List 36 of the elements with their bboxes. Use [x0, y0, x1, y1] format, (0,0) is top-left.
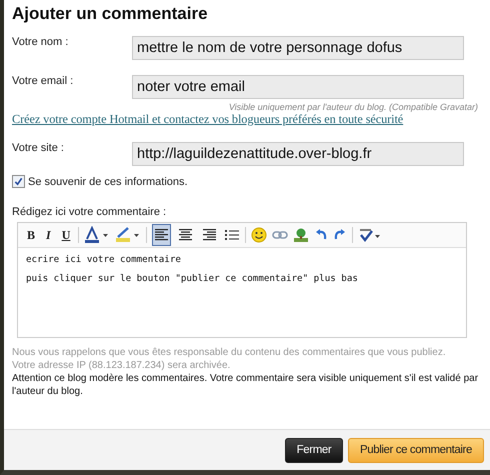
field-label: Votre email :: [12, 75, 74, 87]
hotmail-link[interactable]: Créez votre compte Hotmail et contactez vos blogueurs préférés en toute sécurité: [12, 112, 490, 127]
checkbox[interactable]: [12, 175, 25, 188]
align-icon: [179, 229, 192, 241]
redo-icon[interactable]: [333, 228, 348, 242]
image-icon[interactable]: [293, 227, 310, 243]
notice-text: Nous vous rappelons que vous êtes responsable du contenu des commentaires que vous publiez.: [12, 346, 447, 359]
align-button[interactable]: [152, 224, 172, 246]
comment-text: ecrire ici votre commentaire: [26, 254, 182, 265]
spellcheck-icon[interactable]: [358, 227, 382, 243]
comment-text: puis cliquer sur le bouton "publier ce commentaire" plus bas: [26, 273, 359, 284]
field-label: Votre nom :: [12, 36, 70, 48]
list-icon[interactable]: [224, 228, 240, 242]
smiley-icon[interactable]: [251, 227, 268, 243]
notice-text: Votre adresse IP (88.123.187.234) sera archivée.: [12, 359, 232, 372]
input-field[interactable]: noter votre email: [132, 75, 464, 99]
link-icon[interactable]: [272, 229, 288, 241]
dialog-title: Ajouter un commentaire: [12, 4, 209, 24]
font-color-icon[interactable]: [84, 226, 110, 244]
format-button[interactable]: U: [58, 225, 74, 245]
align-icon: [155, 229, 168, 241]
publish-button[interactable]: Publier ce commentaire: [348, 438, 484, 462]
input-field[interactable]: http://laguildezenattitude.over-blog.fr: [132, 142, 464, 166]
editor-label: Rédigez ici votre commentaire :: [12, 206, 168, 218]
align-icon: [203, 229, 216, 241]
checkbox-label: Se souvenir de ces informations.: [28, 176, 188, 188]
field-label: Votre site :: [12, 142, 65, 154]
hint-text: Visible uniquement par l'auteur du blog. (Compatible Gravatar): [228, 102, 478, 112]
format-button[interactable]: I: [43, 225, 54, 245]
input-field[interactable]: mettre le nom de votre personnage dofus: [132, 36, 464, 60]
highlight-icon[interactable]: [115, 226, 142, 244]
comment-editor[interactable]: B I U ecrire ici votre commentaire puis cliquer sur le bouton "publier ce commentaire" plus bas: [17, 222, 467, 338]
undo-icon[interactable]: [314, 228, 328, 242]
format-button[interactable]: B: [24, 225, 38, 245]
close-button[interactable]: Fermer: [285, 438, 343, 462]
moderation-notice: Attention ce blog modère les commentaires. Votre commentaire sera visible uniquement s'il est validé par l'auteur du blog.: [12, 372, 480, 398]
